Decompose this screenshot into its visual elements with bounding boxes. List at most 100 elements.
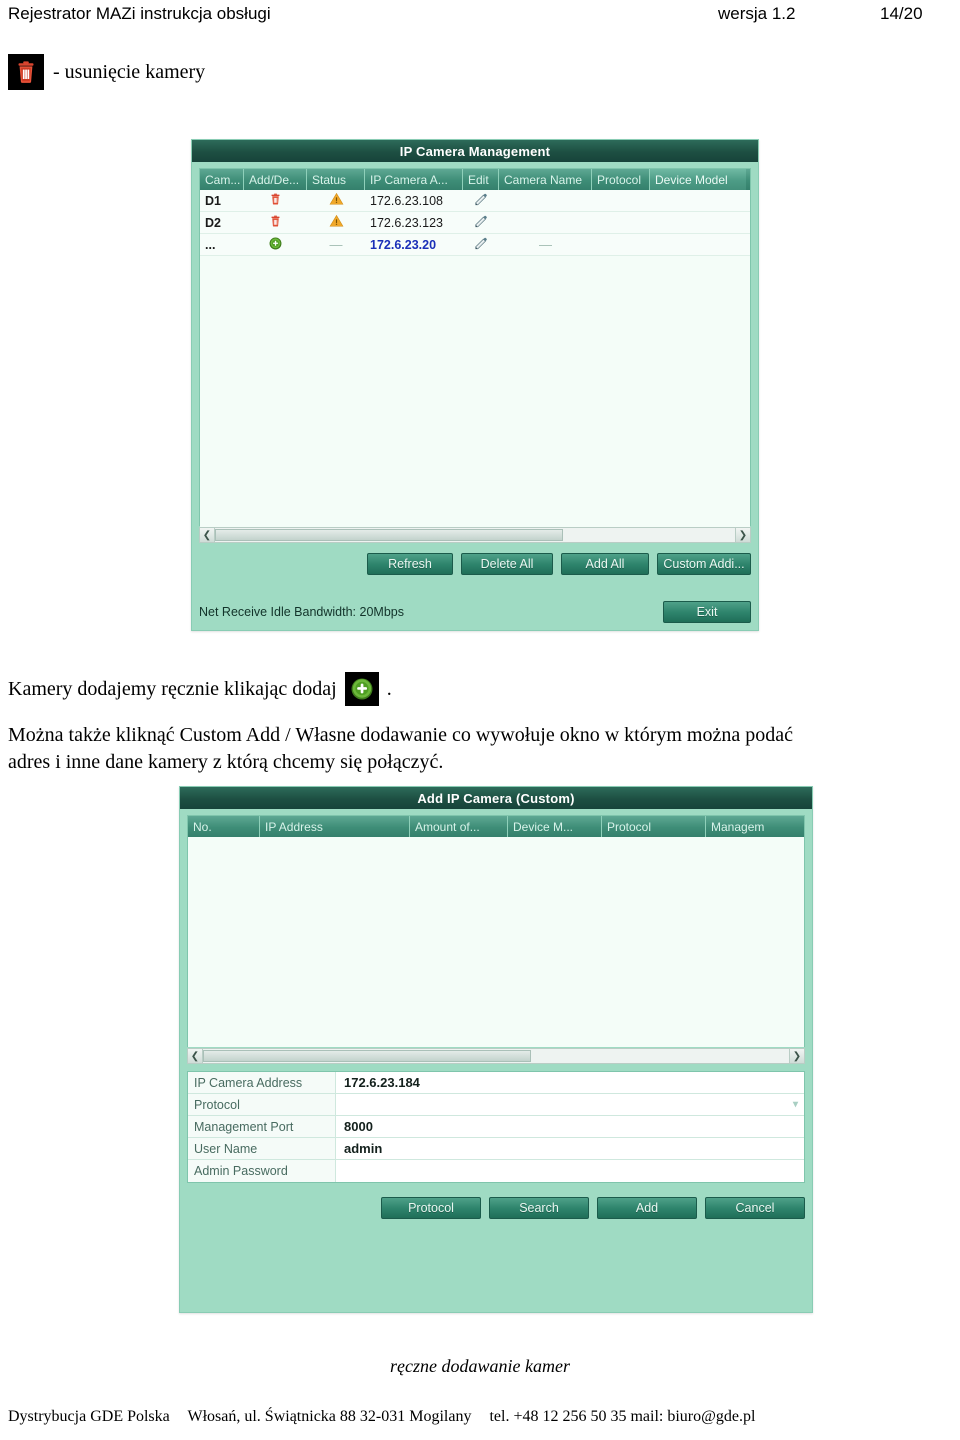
column-header-2[interactable]: Status	[307, 169, 365, 190]
cell-0-2[interactable]	[307, 190, 365, 211]
column-header-1[interactable]: Add/De...	[244, 169, 307, 190]
horizontal-scrollbar-2[interactable]: ❮ ❯	[187, 1048, 805, 1064]
delete-camera-legend: - usunięcie kamery	[8, 54, 205, 90]
cell-0-6	[592, 190, 650, 211]
form-label-4: Admin Password	[188, 1160, 336, 1182]
form-select-1[interactable]: ▾	[336, 1094, 804, 1115]
column-header-5[interactable]: Camera Name	[499, 169, 592, 190]
search-button[interactable]: Search	[489, 1197, 589, 1219]
warning-icon[interactable]	[329, 192, 344, 209]
dash-icon: —	[539, 237, 552, 252]
form-value-0: 172.6.23.184	[344, 1075, 420, 1090]
grid2-header-row: No. IP Address Amount of... Device M... Prot…	[188, 816, 804, 837]
column-header-4[interactable]: Protocol	[602, 816, 706, 837]
cell-0-7	[650, 190, 746, 211]
column-header-6[interactable]: Protocol	[592, 169, 650, 190]
cell-1-7	[650, 212, 746, 233]
plus-icon[interactable]	[269, 237, 282, 253]
scroll-left-icon[interactable]: ❮	[188, 1049, 203, 1063]
cell-2-4[interactable]	[463, 234, 499, 255]
column-header-4[interactable]: Edit	[463, 169, 499, 190]
protocol-button[interactable]: Protocol	[381, 1197, 481, 1219]
cell-1-6	[592, 212, 650, 233]
column-header-0[interactable]: No.	[188, 816, 260, 837]
add-all-button[interactable]: Add All	[561, 553, 649, 575]
cell-2-7	[650, 234, 746, 255]
trash-icon[interactable]	[269, 214, 282, 231]
form-input-3[interactable]: admin	[336, 1138, 804, 1159]
cell-1-2[interactable]	[307, 212, 365, 233]
scrollbar-track[interactable]	[203, 1049, 789, 1063]
scroll-left-icon[interactable]: ❮	[200, 528, 215, 542]
scroll-right-icon[interactable]: ❯	[735, 528, 750, 542]
cell-0-1[interactable]	[244, 190, 307, 211]
custom-add-line-2: adres i inne dane kamery z którą chcemy …	[8, 751, 444, 773]
table-row[interactable]: D2 172.6.23.123	[200, 212, 750, 234]
page-footer: Dystrybucja GDE Polska Włosań, ul. Świąt…	[8, 1408, 952, 1426]
cell-1-4[interactable]	[463, 212, 499, 233]
form-value-3: admin	[344, 1141, 383, 1156]
horizontal-scrollbar[interactable]: ❮ ❯	[199, 527, 751, 543]
cell-1-5[interactable]	[499, 212, 592, 233]
cell-0-3: 172.6.23.108	[370, 193, 443, 208]
dialog-action-buttons[interactable]: Refresh Delete All Add All Custom Addi...	[199, 553, 751, 575]
form-input-2[interactable]: 8000	[336, 1116, 804, 1137]
form-row-3: User Name admin	[188, 1138, 804, 1160]
plus-icon	[344, 672, 379, 706]
pencil-icon[interactable]	[474, 236, 488, 253]
cell-2-2[interactable]: —	[307, 234, 365, 255]
cell-2-1[interactable]	[244, 234, 307, 255]
add-manually-suffix: .	[386, 677, 392, 700]
cell-0-4[interactable]	[463, 190, 499, 211]
delete-all-button[interactable]: Delete All	[461, 553, 553, 575]
ip-camera-management-dialog: IP Camera Management Cam... Add/De... Stat…	[191, 139, 759, 631]
custom-addi-button[interactable]: Custom Addi...	[657, 553, 751, 575]
cell-2-3: 172.6.23.20	[370, 237, 437, 252]
camera-list-grid: Cam... Add/De... Status IP Camera A... Edit C…	[199, 168, 751, 528]
scrollbar-track[interactable]	[215, 528, 735, 542]
form-row-1: Protocol ▾	[188, 1094, 804, 1116]
table-row[interactable]: ... — 172.6.23.20 —	[200, 234, 750, 256]
exit-button[interactable]: Exit	[663, 601, 751, 623]
column-header-7[interactable]: Device Model	[650, 169, 746, 190]
cell-1-1[interactable]	[244, 212, 307, 233]
table-row[interactable]: D1 172.6.23.108	[200, 190, 750, 212]
grid-empty-area	[200, 256, 750, 528]
document-title: Rejestrator MAZi instrukcja obsługi	[8, 4, 271, 23]
camera-settings-form[interactable]: IP Camera Address 172.6.23.184 Protocol ▾ Ma…	[187, 1071, 805, 1183]
add-ip-camera-custom-dialog: Add IP Camera (Custom) No. IP Address Amou…	[179, 786, 813, 1313]
scroll-right-icon[interactable]: ❯	[789, 1049, 804, 1063]
cell-0-5[interactable]	[499, 190, 592, 211]
form-row-4: Admin Password	[188, 1160, 804, 1182]
dialog-title: IP Camera Management	[192, 140, 758, 162]
add-button[interactable]: Add	[597, 1197, 697, 1219]
dialog2-action-buttons[interactable]: Protocol Search Add Cancel	[187, 1197, 805, 1219]
form-label-1: Protocol	[188, 1094, 336, 1115]
scrollbar-thumb[interactable]	[203, 1050, 532, 1062]
page-number: 14/20	[880, 4, 923, 23]
column-header-0[interactable]: Cam...	[200, 169, 244, 190]
form-input-0[interactable]: 172.6.23.184	[336, 1072, 804, 1093]
refresh-button[interactable]: Refresh	[367, 553, 453, 575]
cancel-button[interactable]: Cancel	[705, 1197, 805, 1219]
form-label-3: User Name	[188, 1138, 336, 1159]
column-header-3[interactable]: Device M...	[508, 816, 602, 837]
chevron-down-icon[interactable]: ▾	[793, 1099, 798, 1110]
cell-2-5[interactable]: —	[499, 234, 592, 255]
dash-icon: —	[329, 237, 343, 252]
column-header-1[interactable]: IP Address	[260, 816, 410, 837]
column-header-3[interactable]: IP Camera A...	[365, 169, 463, 190]
column-header-5[interactable]: Managem	[706, 816, 812, 837]
pencil-icon[interactable]	[474, 192, 488, 209]
scrollbar-thumb[interactable]	[215, 529, 564, 541]
trash-icon[interactable]	[269, 192, 282, 209]
form-label-0: IP Camera Address	[188, 1072, 336, 1093]
page-header: Rejestrator MAZi instrukcja obsługi wers…	[0, 4, 960, 34]
column-header-2[interactable]: Amount of...	[410, 816, 508, 837]
grid-body[interactable]: D1 172.6.23.108 D2 172.6.23.123... — 172.6.23…	[200, 190, 750, 256]
footer-contact: tel. +48 12 256 50 35 mail: biuro@gde.pl	[489, 1408, 756, 1425]
form-value-2: 8000	[344, 1119, 373, 1134]
pencil-icon[interactable]	[474, 214, 488, 231]
warning-icon[interactable]	[329, 214, 344, 231]
form-input-4[interactable]	[336, 1160, 804, 1182]
